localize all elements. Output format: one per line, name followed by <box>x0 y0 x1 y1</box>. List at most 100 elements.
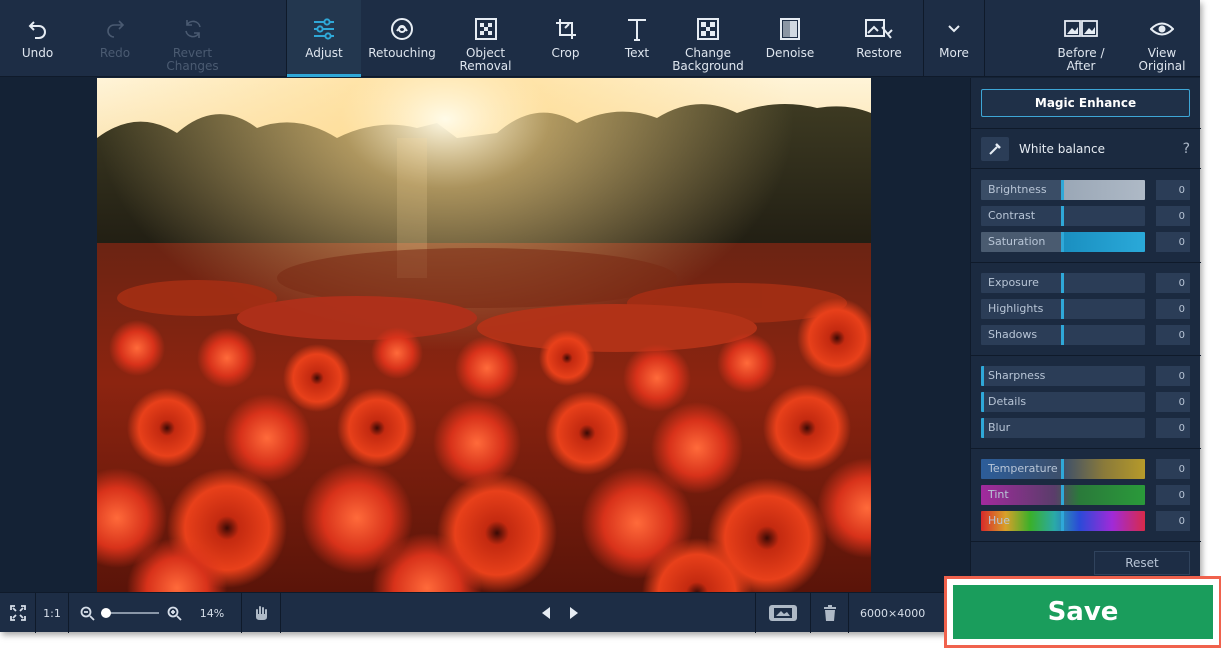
hue-slider[interactable]: Hue <box>981 511 1145 531</box>
image-icon <box>769 605 797 621</box>
highlights-handle[interactable] <box>1061 299 1064 319</box>
revert-changes-button[interactable]: Revert Changes <box>155 0 230 77</box>
tint-label: Tint <box>988 488 1009 501</box>
saturation-slider[interactable]: Saturation <box>981 232 1145 252</box>
shadows-slider[interactable]: Shadows <box>981 325 1145 345</box>
highlights-value[interactable]: 0 <box>1156 299 1190 319</box>
brightness-slider[interactable]: Brightness <box>981 180 1145 200</box>
sharpness-value[interactable]: 0 <box>1156 366 1190 386</box>
reset-button[interactable]: Reset <box>1094 551 1190 575</box>
brightness-row: Brightness 0 <box>981 180 1196 200</box>
save-button[interactable]: Save <box>953 585 1213 639</box>
save-highlight-frame: Save <box>944 576 1221 648</box>
panel-divider <box>971 168 1201 169</box>
retouching-label: Retouching <box>368 46 436 60</box>
crop-label: Crop <box>551 46 580 60</box>
adjust-label: Adjust <box>305 46 343 60</box>
shadows-handle[interactable] <box>1061 325 1064 345</box>
white-balance-picker-button[interactable] <box>981 137 1009 161</box>
photo-preview[interactable] <box>97 78 871 592</box>
exposure-slider[interactable]: Exposure <box>981 273 1145 293</box>
highlights-slider[interactable]: Highlights <box>981 299 1145 319</box>
hand-tool-button[interactable] <box>246 593 276 633</box>
status-divider <box>280 593 281 633</box>
view-original-button[interactable]: View Original <box>1124 0 1200 77</box>
undo-button[interactable]: Undo <box>0 0 75 77</box>
zoom-out-button[interactable] <box>76 593 98 633</box>
exposure-handle[interactable] <box>1061 273 1064 293</box>
object-removal-label: Object Removal <box>459 46 512 73</box>
tint-value[interactable]: 0 <box>1156 485 1190 505</box>
details-handle[interactable] <box>981 392 984 412</box>
temperature-handle[interactable] <box>1061 459 1064 479</box>
tab-text[interactable]: Text <box>603 0 671 77</box>
text-icon <box>625 14 649 44</box>
details-label: Details <box>988 395 1027 408</box>
redo-button[interactable]: Redo <box>75 0 155 77</box>
tab-object-removal[interactable]: Object Removal <box>443 0 528 77</box>
sharpness-handle[interactable] <box>981 366 984 386</box>
tab-change-background[interactable]: Change Background <box>671 0 745 77</box>
crop-icon <box>554 14 578 44</box>
tab-denoise[interactable]: Denoise <box>745 0 835 77</box>
panel-divider <box>971 355 1201 356</box>
tab-retouching[interactable]: Retouching <box>361 0 443 77</box>
highlights-label: Highlights <box>988 302 1044 315</box>
eyedropper-icon <box>989 143 1001 155</box>
blur-handle[interactable] <box>981 418 984 438</box>
temperature-value[interactable]: 0 <box>1156 459 1190 479</box>
zoom-slider-handle[interactable] <box>101 608 111 618</box>
temperature-slider[interactable]: Temperature <box>981 459 1145 479</box>
saturation-handle[interactable] <box>1061 232 1064 252</box>
saturation-value[interactable]: 0 <box>1156 232 1190 252</box>
tint-handle[interactable] <box>1061 485 1064 505</box>
tint-slider[interactable]: Tint <box>981 485 1145 505</box>
redo-label: Redo <box>99 46 131 60</box>
next-image-button[interactable] <box>564 593 584 633</box>
hue-value[interactable]: 0 <box>1156 511 1190 531</box>
toolbar: Undo Redo Revert Changes Adjust Retouchi… <box>0 0 1200 77</box>
tab-restore[interactable]: Restore <box>835 0 923 77</box>
saturation-label: Saturation <box>988 235 1046 248</box>
actual-size-button[interactable]: 1:1 <box>36 593 68 633</box>
trash-icon <box>824 605 836 621</box>
magic-enhance-button[interactable]: Magic Enhance <box>981 89 1190 117</box>
canvas-area[interactable] <box>0 78 970 592</box>
zoom-slider[interactable] <box>99 593 161 633</box>
help-icon[interactable]: ? <box>1183 141 1190 157</box>
blur-value[interactable]: 0 <box>1156 418 1190 438</box>
more-button[interactable]: More <box>924 0 984 77</box>
fit-to-screen-button[interactable] <box>4 593 32 633</box>
tab-adjust[interactable]: Adjust <box>287 0 361 77</box>
previous-image-button[interactable] <box>536 593 556 633</box>
blur-slider[interactable]: Blur <box>981 418 1145 438</box>
contrast-value[interactable]: 0 <box>1156 206 1190 226</box>
retouching-icon <box>389 14 415 44</box>
before-after-button[interactable]: Before / After <box>1040 0 1122 77</box>
saturation-row: Saturation 0 <box>981 232 1196 252</box>
details-value[interactable]: 0 <box>1156 392 1190 412</box>
brightness-label: Brightness <box>988 183 1047 196</box>
highlights-row: Highlights 0 <box>981 299 1196 319</box>
exposure-value[interactable]: 0 <box>1156 273 1190 293</box>
zoom-in-button[interactable] <box>163 593 185 633</box>
contrast-slider[interactable]: Contrast <box>981 206 1145 226</box>
delete-button[interactable] <box>816 593 844 633</box>
open-image-button[interactable] <box>762 593 804 633</box>
sharpness-slider[interactable]: Sharpness <box>981 366 1145 386</box>
panel-divider <box>971 448 1201 449</box>
eye-icon <box>1150 14 1174 44</box>
tint-row: Tint 0 <box>981 485 1196 505</box>
details-slider[interactable]: Details <box>981 392 1145 412</box>
arrow-left-icon <box>542 607 550 619</box>
hue-handle[interactable] <box>1061 511 1064 531</box>
shadows-value[interactable]: 0 <box>1156 325 1190 345</box>
brightness-handle[interactable] <box>1061 180 1064 200</box>
brightness-value[interactable]: 0 <box>1156 180 1190 200</box>
contrast-handle[interactable] <box>1061 206 1064 226</box>
blur-label: Blur <box>988 421 1011 434</box>
tab-crop[interactable]: Crop <box>528 0 603 77</box>
status-divider <box>810 593 811 633</box>
sharpness-row: Sharpness 0 <box>981 366 1196 386</box>
restore-label: Restore <box>856 46 902 60</box>
